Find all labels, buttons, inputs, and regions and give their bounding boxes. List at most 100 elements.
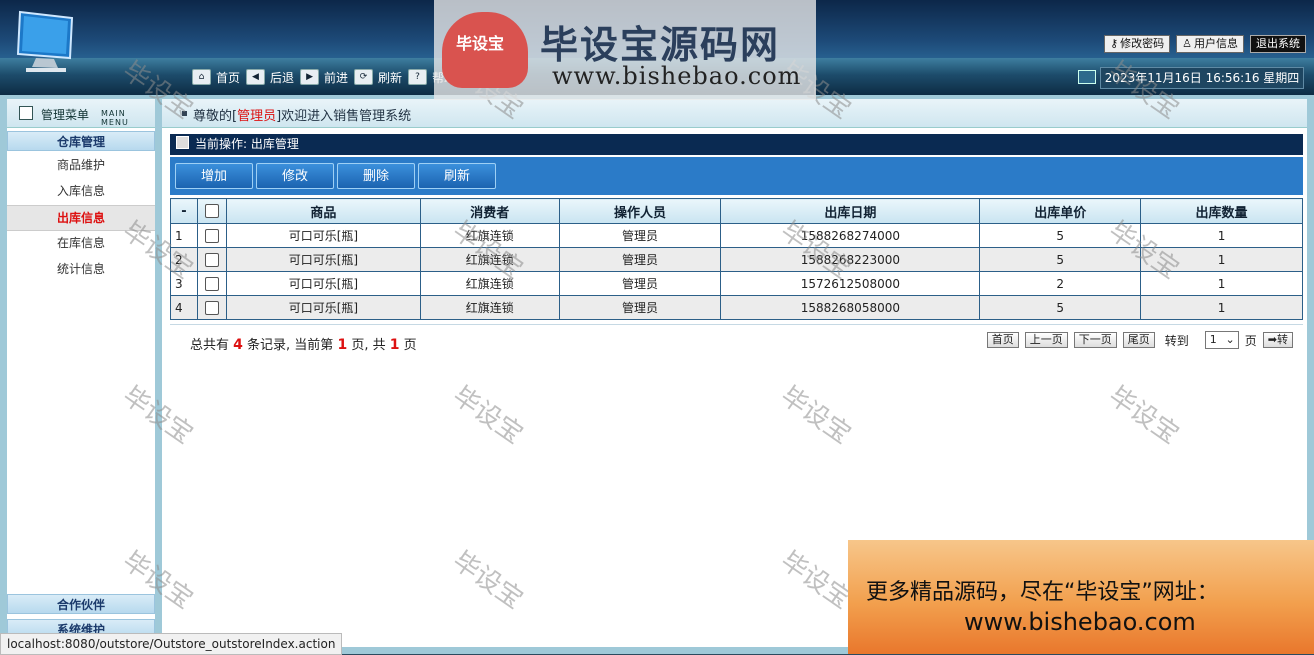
pager-info: 总共有 4 条记录, 当前第 1 页, 共 1 页 xyxy=(190,334,417,353)
pager-text-2: 条记录, 当前第 xyxy=(247,338,334,353)
col-product: 商品 xyxy=(225,198,421,224)
refresh-icon: ⟳ xyxy=(354,69,374,85)
delete-button[interactable]: 删除 xyxy=(337,163,415,189)
sidebar-item-inbound[interactable]: 入库信息 xyxy=(7,179,155,203)
refresh-button[interactable]: 刷新 xyxy=(418,163,496,189)
nav-back[interactable]: ◀ 后退 xyxy=(246,69,294,86)
pager-total: 4 xyxy=(233,337,243,353)
sidebar-header: 管理菜单 MAIN MENU xyxy=(7,99,155,128)
last-page-button[interactable]: 尾页 xyxy=(1122,332,1155,348)
row-product: 可口可乐[瓶] xyxy=(225,295,421,320)
col-index: - xyxy=(170,198,198,224)
row-operator: 管理员 xyxy=(558,271,722,296)
pager-divider xyxy=(170,324,1303,325)
sidebar-item-stats[interactable]: 统计信息 xyxy=(7,257,155,281)
row-quantity: 1 xyxy=(1140,295,1303,320)
next-page-button[interactable]: 下一页 xyxy=(1073,332,1117,348)
chevron-down-icon: ⌄ xyxy=(1225,333,1235,346)
col-operator: 操作人员 xyxy=(558,198,722,224)
help-icon: ? xyxy=(408,69,428,85)
table-row[interactable]: 4 可口可乐[瓶] 红旗连锁 管理员 1588268058000 5 1 xyxy=(170,295,1303,320)
pager-text-4: 页 xyxy=(403,338,417,353)
col-quantity: 出库数量 xyxy=(1140,198,1303,224)
row-checkbox[interactable] xyxy=(204,252,219,267)
change-password-button[interactable]: ⚷ 修改密码 xyxy=(1104,35,1171,53)
prev-page-button[interactable]: 上一页 xyxy=(1024,332,1068,348)
arrow-left-icon: ◀ xyxy=(246,69,266,85)
row-product: 可口可乐[瓶] xyxy=(225,271,421,296)
row-operator: 管理员 xyxy=(558,295,722,320)
arrow-right-icon: ▶ xyxy=(300,69,320,85)
user-icon: ♙ xyxy=(1182,37,1192,50)
nav-forward[interactable]: ▶ 前进 xyxy=(300,69,348,86)
edit-button[interactable]: 修改 xyxy=(256,163,334,189)
site-logo-watermark: 毕设宝 毕设宝源码网 www.bishebao.com xyxy=(434,0,816,100)
change-password-label: 修改密码 xyxy=(1120,37,1165,50)
col-date: 出库日期 xyxy=(720,198,981,224)
nav-refresh-label: 刷新 xyxy=(378,70,403,85)
menu-icon xyxy=(19,106,33,120)
row-checkbox[interactable] xyxy=(204,300,219,315)
row-index: 4 xyxy=(170,295,198,320)
sidebar-item-product[interactable]: 商品维护 xyxy=(7,153,155,177)
row-product: 可口可乐[瓶] xyxy=(225,247,421,272)
welcome-prefix: 尊敬的[ xyxy=(193,109,238,124)
user-info-button[interactable]: ♙ 用户信息 xyxy=(1176,35,1244,53)
row-consumer: 红旗连锁 xyxy=(419,295,560,320)
pager-controls: 首页 上一页 下一页 尾页 转到 1 ⌄ 页 ➡转 xyxy=(986,331,1293,349)
promo-line-1: 更多精品源码，尽在“毕设宝”网址： xyxy=(866,580,1219,605)
row-consumer: 红旗连锁 xyxy=(419,271,560,296)
row-date: 1588268058000 xyxy=(720,295,981,320)
logo-title: 毕设宝源码网 xyxy=(540,23,781,67)
goto-label: 转到 xyxy=(1164,333,1189,348)
sidebar-group-partner[interactable]: 合作伙伴 xyxy=(7,594,155,614)
first-page-button[interactable]: 首页 xyxy=(986,332,1019,348)
row-operator: 管理员 xyxy=(558,223,722,248)
status-bar-url: localhost:8080/outstore/Outstore_outstor… xyxy=(0,633,343,655)
account-actions: ⚷ 修改密码 ♙ 用户信息 退出系统 xyxy=(1104,35,1306,53)
logo-url: www.bishebao.com xyxy=(552,62,802,90)
nav-home[interactable]: ⌂ 首页 xyxy=(192,69,240,86)
sidebar-title: 管理菜单 xyxy=(41,108,90,122)
select-all-checkbox[interactable] xyxy=(204,204,219,218)
row-date: 1588268274000 xyxy=(720,223,981,248)
go-button[interactable]: ➡转 xyxy=(1262,332,1293,348)
row-checkbox[interactable] xyxy=(204,228,219,243)
nav-refresh[interactable]: ⟳ 刷新 xyxy=(354,69,402,86)
welcome-suffix: ]欢迎进入销售管理系统 xyxy=(276,109,412,124)
key-icon: ⚷ xyxy=(1110,37,1119,50)
row-price: 5 xyxy=(979,295,1142,320)
pager-text-1: 总共有 xyxy=(190,338,230,353)
sidebar-group-warehouse[interactable]: 仓库管理 xyxy=(7,131,155,151)
page-icon xyxy=(176,136,189,149)
nav-home-label: 首页 xyxy=(216,70,241,85)
logout-button[interactable]: 退出系统 xyxy=(1250,35,1306,53)
breadcrumb-text: 当前操作: 出库管理 xyxy=(195,137,299,151)
row-price: 2 xyxy=(979,271,1142,296)
add-button[interactable]: 增加 xyxy=(175,163,253,189)
logo-seal: 毕设宝 xyxy=(442,12,528,88)
breadcrumb: 当前操作: 出库管理 xyxy=(170,134,1303,155)
welcome-role: 管理员 xyxy=(237,109,277,124)
table-row[interactable]: 3 可口可乐[瓶] 红旗连锁 管理员 1572612508000 2 1 xyxy=(170,271,1303,296)
nav-back-label: 后退 xyxy=(270,70,295,85)
row-checkbox[interactable] xyxy=(204,276,219,291)
row-date: 1572612508000 xyxy=(720,271,981,296)
monitor-logo-icon xyxy=(16,10,74,72)
page-select[interactable]: 1 ⌄ xyxy=(1204,331,1239,349)
pager-current: 1 xyxy=(337,337,348,353)
page-select-value: 1 xyxy=(1209,333,1217,346)
action-toolbar: 增加 修改 删除 刷新 xyxy=(170,157,1303,195)
logo-seal-text: 毕设宝 xyxy=(456,34,505,53)
row-select xyxy=(196,223,227,248)
quick-nav: ⌂首页 ◀后退 ▶前进 ⟳刷新 ?帮助 xyxy=(192,68,456,86)
row-product: 可口可乐[瓶] xyxy=(225,223,421,248)
page-unit-label: 页 xyxy=(1244,333,1257,348)
screen-icon xyxy=(1078,70,1096,84)
row-select xyxy=(196,295,227,320)
logout-label: 退出系统 xyxy=(1256,37,1300,50)
welcome-text: 尊敬的[管理员]欢迎进入销售管理系统 xyxy=(193,105,411,124)
promo-line-2: www.bishebao.com xyxy=(964,608,1196,636)
row-select xyxy=(196,271,227,296)
sidebar-title-en: MAIN MENU xyxy=(101,109,129,127)
